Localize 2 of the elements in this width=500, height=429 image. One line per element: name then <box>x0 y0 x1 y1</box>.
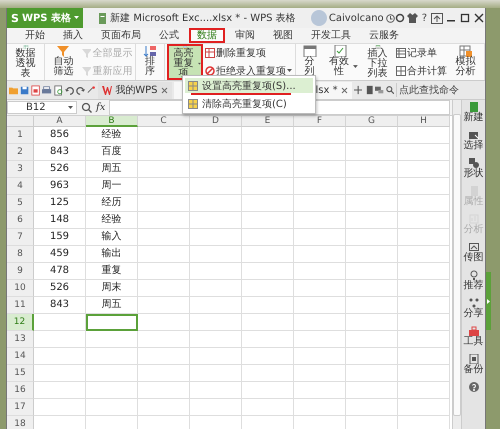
user-name: Caivolcano <box>328 12 384 24</box>
window-title: 新建 Microsoft Exc....xlsx * - WPS 表格 <box>110 12 296 25</box>
